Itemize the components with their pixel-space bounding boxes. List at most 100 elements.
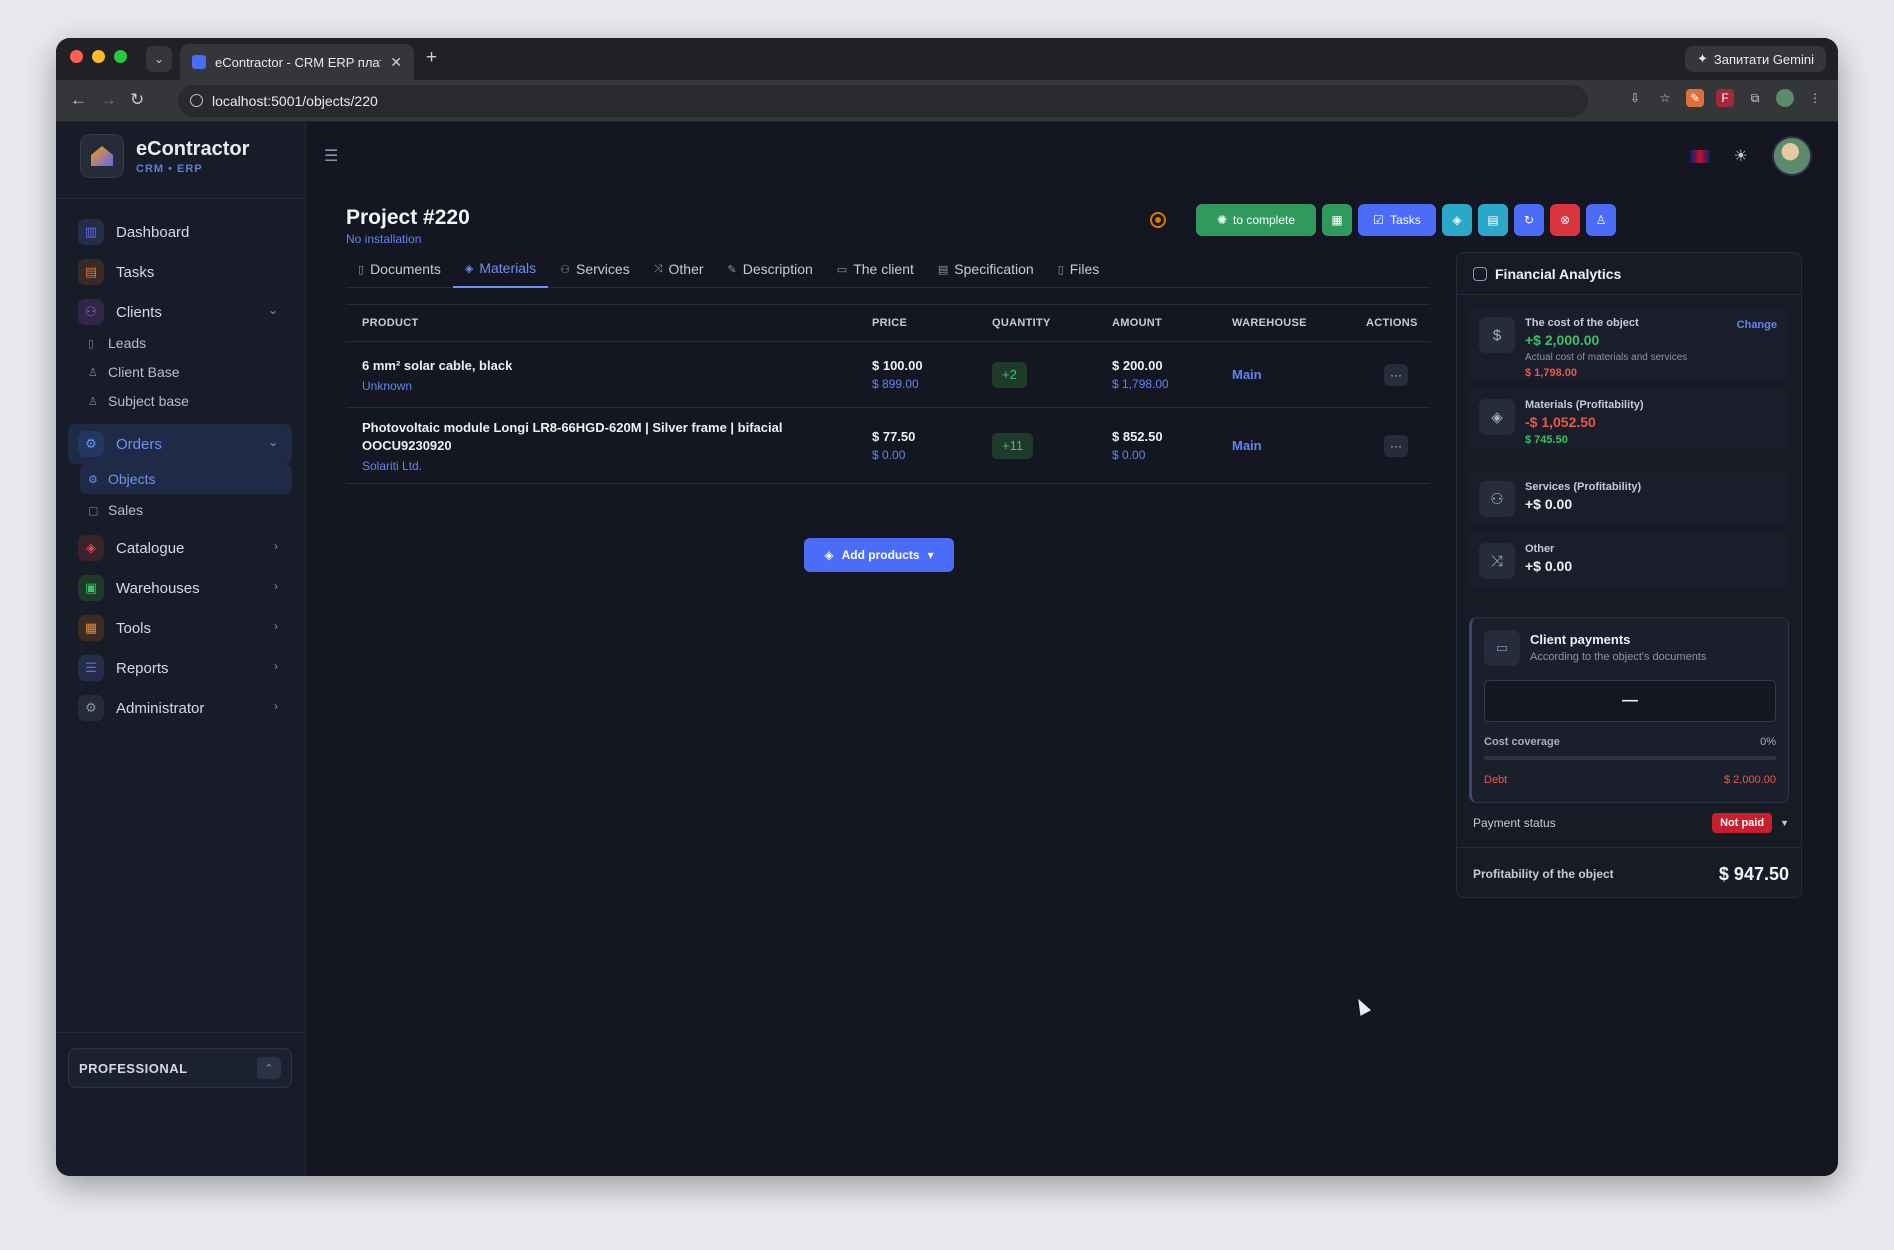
tab-the-client[interactable]: ▭ The client [825,250,926,288]
coverage-value: 0% [1760,736,1776,748]
sidebar-subitem-objects[interactable]: ⚙ Objects [80,464,292,494]
add-products-button[interactable]: ◈ Add products ▾ [804,538,954,572]
tab-services[interactable]: ⚇ Services [548,250,642,288]
product-name[interactable]: 6 mm² solar cable, black [362,357,822,375]
sidebar-item-tools[interactable]: ▦ Tools › [68,608,292,648]
browser-window: ⌄ eContractor - CRM ERP плат ✕ + ✦ Запита… [56,38,1838,1176]
sidebar-item-orders[interactable]: ⚙ Orders ⌄ [68,424,292,464]
theme-toggle-sun-icon[interactable]: ☀ [1734,146,1748,166]
cube-icon: ◈ [78,535,104,561]
sidebar-subitem-leads[interactable]: ▯ Leads [80,328,292,358]
extension-icon[interactable]: ✎ [1686,89,1704,107]
user-button[interactable]: ♙ [1586,204,1616,236]
document-button[interactable]: ▤ [1478,204,1508,236]
bag-icon: ▢ [88,504,99,517]
sidebar-subitem-subject-base[interactable]: ♙ Subject base [80,386,292,416]
warehouse-link[interactable]: Main [1232,438,1262,453]
sidebar-item-reports[interactable]: ☰ Reports › [68,648,292,688]
main-content: ☰ ☀ Project #220 No installation ✺ to com… [306,122,1838,1176]
coverage-label: Cost coverage [1484,736,1560,748]
sidebar-item-administrator[interactable]: ⚙ Administrator › [68,688,292,728]
chevron-right-icon: › [274,659,278,673]
tasks-button[interactable]: ☑ Tasks [1358,204,1436,236]
sidebar-item-dashboard[interactable]: ▥ Dashboard [68,212,292,252]
reload-icon[interactable]: ↻ [130,90,144,110]
sidebar-subitem-sales[interactable]: ▢ Sales [80,495,292,525]
sidebar-item-label: Tasks [116,263,155,281]
tab-description[interactable]: ✎ Description [716,250,825,288]
cube-button[interactable]: ◈ [1442,204,1472,236]
action-buttons: ✺ to complete ▦ ☑ Tasks ◈ ▤ ↻ ⊗ ♙ [1150,204,1616,236]
maximize-window-button[interactable] [114,50,127,63]
puzzle-icon[interactable]: ⧉ [1746,89,1764,107]
status-indicator-icon[interactable] [1150,212,1166,228]
coverage-bar [1484,756,1776,760]
brand-name: eContractor [136,137,250,160]
doc-icon: ▯ [88,337,95,350]
warehouse-link[interactable]: Main [1232,367,1262,382]
hamburger-menu-icon[interactable]: ☰ [324,146,338,166]
chevron-up-icon[interactable]: ⌃ [257,1057,281,1079]
plan-selector[interactable]: PROFESSIONAL ⌃ [68,1048,292,1088]
divider [56,198,305,199]
back-icon[interactable]: ← [70,90,87,110]
tab-files[interactable]: ▯ Files [1046,250,1112,288]
sidebar-item-tasks[interactable]: ▤ Tasks [68,252,292,292]
divider [56,1032,305,1033]
refresh-button[interactable]: ↻ [1514,204,1544,236]
install-icon[interactable]: ⇩ [1626,89,1644,107]
tab-label: Documents [370,261,441,277]
supplier-link[interactable]: Unknown [362,379,822,393]
product-name[interactable]: Photovoltaic module Longi LR8-66HGD-620M… [362,419,822,455]
quantity-badge[interactable]: +2 [992,361,1027,388]
close-tab-icon[interactable]: ✕ [390,54,402,71]
sidebar-subitem-client-base[interactable]: ♙ Client Base [80,357,292,387]
profile-icon[interactable] [1776,89,1794,107]
sidebar-item-label: Administrator [116,699,205,717]
sidebar-item-catalogue[interactable]: ◈ Catalogue › [68,528,292,568]
cancel-button[interactable]: ⊗ [1550,204,1580,236]
kebab-menu-icon[interactable]: ⋮ [1806,89,1824,107]
coverage-row: Cost coverage 0% [1484,736,1776,748]
tab-documents[interactable]: ▯ Documents [346,250,453,288]
cube-icon: ◈ [1479,399,1515,435]
close-window-button[interactable] [70,50,83,63]
tab-label: Other [668,261,704,277]
new-tab-button[interactable]: + [426,47,437,69]
minimize-window-button[interactable] [92,50,105,63]
browser-toolbar: ← → ↻ localhost:5001/objects/220 ⇩ ☆ ✎ F… [56,80,1838,122]
more-actions-button[interactable]: ··· [1384,363,1408,386]
change-link[interactable]: Change [1737,319,1777,331]
browser-tab[interactable]: eContractor - CRM ERP плат ✕ [180,44,414,80]
payment-status-dropdown[interactable]: Not paid ▼ [1712,813,1789,833]
brand[interactable]: eContractor CRM • ERP [80,134,249,178]
avatar[interactable] [1772,136,1812,176]
figma-extension-icon[interactable]: F [1716,89,1734,107]
sparkle-icon: ✦ [1696,51,1708,66]
page-subtitle[interactable]: No installation [346,232,421,246]
bookmark-star-icon[interactable]: ☆ [1656,89,1674,107]
cost-note: Actual cost of materials and services [1525,352,1688,363]
to-complete-label: to complete [1233,213,1296,227]
quantity-badge[interactable]: +11 [992,432,1034,459]
to-complete-button[interactable]: ✺ to complete [1196,204,1316,236]
site-info-icon[interactable] [190,94,203,107]
sidebar-item-warehouses[interactable]: ▣ Warehouses › [68,568,292,608]
forward-icon[interactable]: → [100,90,117,110]
more-actions-button[interactable]: ··· [1384,434,1408,457]
amount-secondary: $ 0.00 [1112,448,1146,462]
window-controls [70,50,127,63]
address-bar[interactable]: localhost:5001/objects/220 [178,85,1588,117]
clipboard-icon: ▤ [78,259,104,285]
supplier-link[interactable]: Solariti Ltd. [362,459,822,473]
tab-other[interactable]: ⤨ Other [642,250,716,288]
services-value: +$ 0.00 [1525,496,1573,512]
gemini-button[interactable]: ✦ Запитати Gemini [1684,46,1826,72]
calculator-button[interactable]: ▦ [1322,204,1352,236]
clipboard-icon: ▤ [937,263,949,276]
tab-materials[interactable]: ◈ Materials [452,250,549,288]
tab-specification[interactable]: ▤ Specification [926,250,1046,288]
tab-search-button[interactable]: ⌄ [146,46,172,72]
language-flag-icon[interactable] [1689,149,1710,163]
sidebar-item-clients[interactable]: ⚇ Clients ⌄ [68,292,292,332]
